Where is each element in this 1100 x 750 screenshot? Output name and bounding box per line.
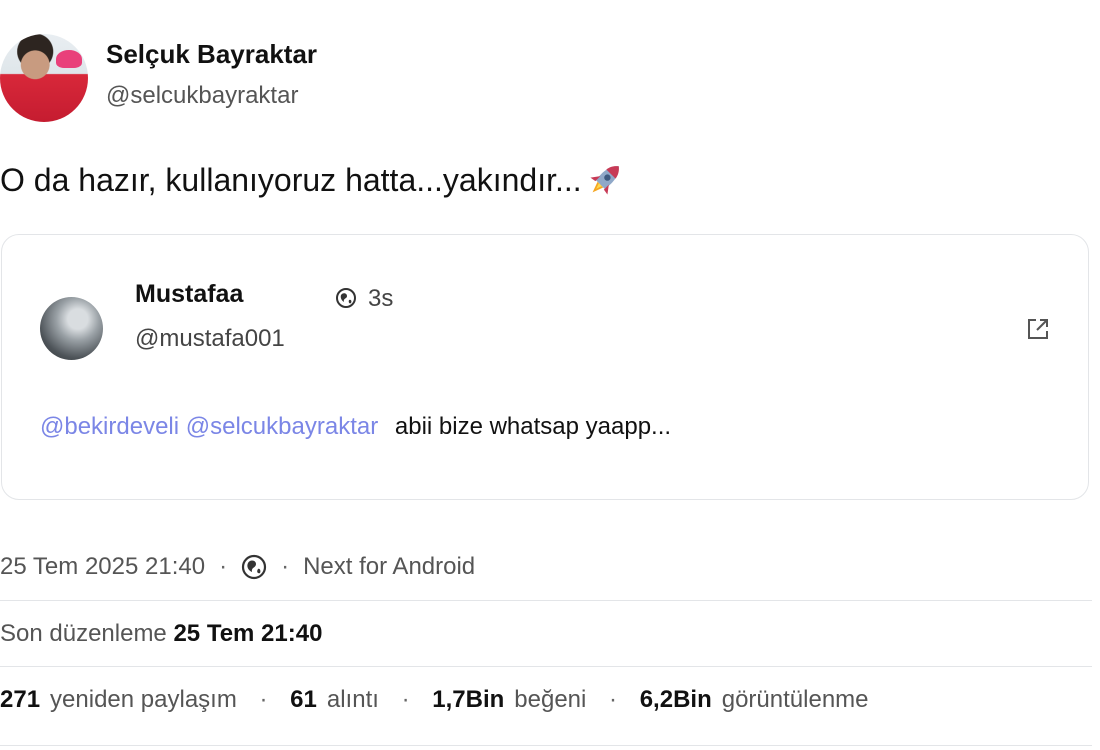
quotes-stat[interactable]: 61 alıntı xyxy=(290,686,379,713)
external-link-icon[interactable] xyxy=(1024,315,1052,343)
globe-icon xyxy=(336,288,356,308)
likes-label: beğeni xyxy=(514,686,587,713)
views-label: görüntülenme xyxy=(721,686,869,713)
quotes-label: alıntı xyxy=(326,686,379,713)
globe-icon xyxy=(241,554,267,580)
rocket-icon xyxy=(590,166,619,195)
separator-dot: · xyxy=(281,553,290,580)
quotes-count: 61 xyxy=(290,686,317,713)
edit-history[interactable]: Son düzenleme 25 Tem 21:40 xyxy=(0,620,322,648)
reposts-label: yeniden paylaşım xyxy=(50,686,237,713)
author-name[interactable]: Selçuk Bayraktar xyxy=(106,39,317,70)
post-client[interactable]: Next for Android xyxy=(303,553,475,581)
divider xyxy=(0,745,1092,746)
separator-dot: · xyxy=(259,686,268,713)
divider xyxy=(0,600,1092,601)
quoted-author-avatar[interactable] xyxy=(40,297,103,360)
post-author: Selçuk Bayraktar @selcukbayraktar xyxy=(0,30,600,122)
author-avatar[interactable] xyxy=(0,34,88,122)
post-text-content: O da hazır, kullanıyoruz hatta...yakındı… xyxy=(0,162,582,198)
post-meta: 25 Tem 2025 21:40 · · Next for Android xyxy=(0,553,475,581)
quoted-post[interactable]: Mustafaa 3s @mustafa001 @bekirdeveli @se… xyxy=(1,234,1089,500)
quoted-author-name[interactable]: Mustafaa xyxy=(135,280,243,309)
quoted-post-time: 3s xyxy=(368,285,394,312)
separator-dot: · xyxy=(609,686,618,713)
author-handle[interactable]: @selcukbayraktar xyxy=(106,82,298,110)
reposts-stat[interactable]: 271 yeniden paylaşım xyxy=(0,686,237,713)
views-count: 6,2Bin xyxy=(639,686,712,713)
post-timestamp[interactable]: 25 Tem 2025 21:40 xyxy=(0,553,205,581)
separator-dot: · xyxy=(401,686,410,713)
views-stat: 6,2Bin görüntülenme xyxy=(640,686,869,713)
mention-link[interactable]: @bekirdeveli xyxy=(40,413,179,440)
reposts-count: 271 xyxy=(0,686,41,713)
quoted-post-body: abii bize whatsap yaapp... xyxy=(394,413,672,440)
separator-dot: · xyxy=(219,553,228,580)
likes-stat[interactable]: 1,7Bin beğeni xyxy=(432,686,586,713)
divider xyxy=(0,666,1092,667)
quoted-post-text: @bekirdeveli @selcukbayraktar abii bize … xyxy=(40,413,671,441)
post-stats: 271 yeniden paylaşım · 61 alıntı · 1,7Bin b… xyxy=(0,686,869,714)
edited-date: 25 Tem 21:40 xyxy=(173,620,323,647)
edited-label: Son düzenleme xyxy=(0,620,167,647)
likes-count: 1,7Bin xyxy=(432,686,505,713)
post-text: O da hazır, kullanıyoruz hatta...yakındı… xyxy=(0,157,628,201)
quoted-author-handle[interactable]: @mustafa001 xyxy=(135,325,285,353)
mention-link[interactable]: @selcukbayraktar xyxy=(186,413,378,440)
